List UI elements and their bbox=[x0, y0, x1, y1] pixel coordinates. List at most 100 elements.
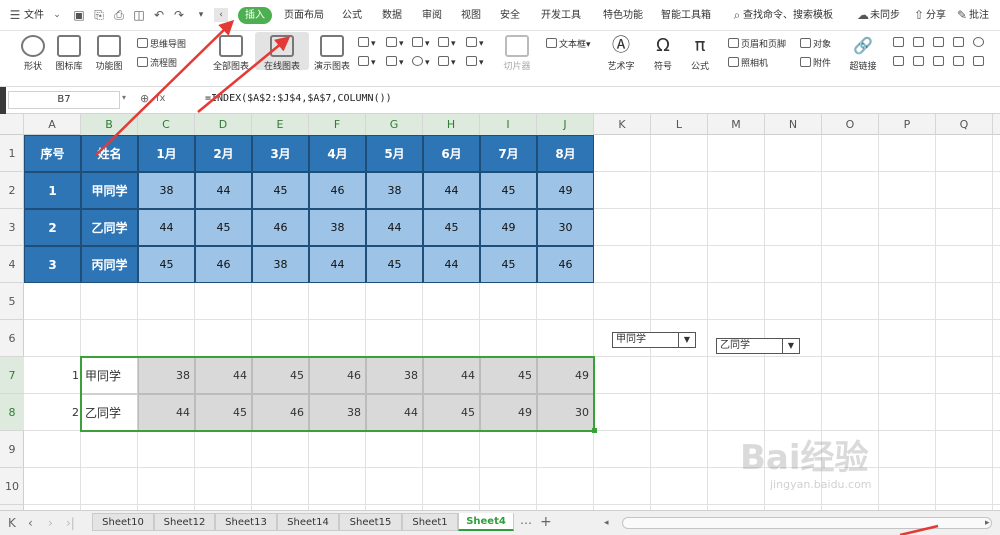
lookup-value-cell[interactable]: 49 bbox=[537, 357, 594, 394]
sheet-tab-sheet13[interactable]: Sheet13 bbox=[215, 513, 277, 531]
column-header-h[interactable]: H bbox=[423, 114, 480, 135]
column-header-g[interactable]: G bbox=[366, 114, 423, 135]
form-groupbox-button[interactable] bbox=[913, 37, 926, 49]
tab-security[interactable]: 安全 bbox=[500, 0, 520, 31]
row-header-8[interactable]: 8 bbox=[0, 394, 24, 431]
first-sheet-icon[interactable]: K bbox=[8, 516, 16, 530]
undo-icon[interactable]: ↶ bbox=[152, 8, 166, 22]
preview-icon[interactable]: ◫ bbox=[132, 8, 146, 22]
table-row-label[interactable]: 2 bbox=[24, 209, 81, 246]
lookup-value-cell[interactable]: 45 bbox=[252, 357, 309, 394]
tab-insert[interactable]: 插入 bbox=[238, 7, 272, 24]
table-value-cell[interactable]: 46 bbox=[195, 246, 252, 283]
zoom-icon[interactable]: ⊕ bbox=[140, 92, 149, 105]
table-value-cell[interactable]: 49 bbox=[537, 172, 594, 209]
hyperlink-button[interactable]: 🔗 超链接 bbox=[846, 35, 880, 72]
namebox-dropdown-icon[interactable]: ▾ bbox=[122, 93, 126, 102]
shape-chart-button[interactable]: ▾ bbox=[438, 37, 456, 49]
table-header-cell[interactable]: 8月 bbox=[537, 135, 594, 172]
column-header-n[interactable]: N bbox=[765, 114, 822, 135]
table-value-cell[interactable]: 45 bbox=[480, 246, 537, 283]
fx-icon[interactable]: fx bbox=[156, 93, 165, 104]
table-header-cell[interactable]: 7月 bbox=[480, 135, 537, 172]
row-header-4[interactable]: 4 bbox=[0, 246, 24, 283]
row-header-7[interactable]: 7 bbox=[0, 357, 24, 394]
search-icon[interactable]: ⌕ bbox=[730, 8, 744, 22]
column-header-c[interactable]: C bbox=[138, 114, 195, 135]
table-value-cell[interactable]: 44 bbox=[138, 209, 195, 246]
add-sheet-icon[interactable]: + bbox=[540, 514, 552, 530]
table-value-cell[interactable]: 44 bbox=[423, 246, 480, 283]
sheet-tab-sheet4[interactable]: Sheet4 bbox=[458, 513, 514, 531]
form-button-button[interactable] bbox=[933, 37, 946, 49]
flowchart-button[interactable]: 流程图 bbox=[137, 56, 177, 69]
form-listbox-button[interactable] bbox=[893, 56, 906, 68]
attachment-button[interactable]: 附件 bbox=[800, 56, 831, 69]
lookup-value-cell[interactable]: 46 bbox=[309, 357, 366, 394]
row-header-6[interactable]: 6 bbox=[0, 320, 24, 357]
sync-icon[interactable]: ☁ bbox=[856, 8, 870, 22]
row-header-2[interactable]: 2 bbox=[0, 172, 24, 209]
more-charts-button[interactable]: ▾ bbox=[466, 56, 484, 68]
scroll-right-icon[interactable]: ▸ bbox=[985, 518, 990, 528]
table-value-cell[interactable]: 46 bbox=[252, 209, 309, 246]
collapse-icon[interactable]: ‹ bbox=[214, 8, 228, 22]
table-value-cell[interactable]: 38 bbox=[138, 172, 195, 209]
more-sheets-icon[interactable]: ⋯ bbox=[520, 516, 532, 530]
column-header-m[interactable]: M bbox=[708, 114, 765, 135]
tab-review[interactable]: 审阅 bbox=[422, 0, 442, 31]
lookup-value-cell[interactable]: 45 bbox=[423, 394, 480, 431]
form-scrollbar-button[interactable] bbox=[933, 56, 946, 68]
column-header-q[interactable]: Q bbox=[936, 114, 993, 135]
table-row-label[interactable]: 丙同学 bbox=[81, 246, 138, 283]
horizontal-scrollbar[interactable] bbox=[622, 517, 992, 529]
shape-button[interactable]: 形状 bbox=[16, 35, 50, 72]
demo-charts-button[interactable]: 演示图表 bbox=[312, 35, 352, 72]
tab-formulas[interactable]: 公式 bbox=[342, 0, 362, 31]
all-charts-button[interactable]: 全部图表 bbox=[210, 35, 252, 72]
lookup-index-cell[interactable]: 1 bbox=[24, 357, 81, 394]
lookup-value-cell[interactable]: 38 bbox=[366, 357, 423, 394]
lookup-index-cell[interactable]: 2 bbox=[24, 394, 81, 431]
tab-features[interactable]: 特色功能 bbox=[603, 0, 643, 31]
table-row-label[interactable]: 乙同学 bbox=[81, 209, 138, 246]
function-chart-button[interactable]: 功能图 bbox=[90, 35, 128, 72]
row-header-1[interactable]: 1 bbox=[0, 135, 24, 172]
lookup-value-cell[interactable]: 44 bbox=[195, 357, 252, 394]
sheet-tab-sheet14[interactable]: Sheet14 bbox=[277, 513, 339, 531]
column-header-b[interactable]: B bbox=[81, 114, 138, 135]
column-header-l[interactable]: L bbox=[651, 114, 708, 135]
table-header-cell[interactable]: 4月 bbox=[309, 135, 366, 172]
table-row-label[interactable]: 甲同学 bbox=[81, 172, 138, 209]
comment-icon[interactable]: ✎ bbox=[955, 8, 969, 22]
table-value-cell[interactable]: 45 bbox=[480, 172, 537, 209]
textbox-button[interactable]: 文本框▾ bbox=[546, 37, 591, 50]
table-header-cell[interactable]: 6月 bbox=[423, 135, 480, 172]
stock-chart-button[interactable]: ▾ bbox=[358, 56, 376, 68]
row-header-9[interactable]: 9 bbox=[0, 431, 24, 468]
table-value-cell[interactable]: 46 bbox=[537, 246, 594, 283]
mind-map-button[interactable]: 思维导图 bbox=[137, 37, 186, 50]
lookup-value-cell[interactable]: 44 bbox=[138, 394, 195, 431]
column-header-i[interactable]: I bbox=[480, 114, 537, 135]
row-header-5[interactable]: 5 bbox=[0, 283, 24, 320]
column-chart-button[interactable]: ▾ bbox=[358, 37, 376, 49]
select-all-corner[interactable] bbox=[0, 114, 24, 135]
lookup-value-cell[interactable]: 38 bbox=[309, 394, 366, 431]
table-value-cell[interactable]: 45 bbox=[138, 246, 195, 283]
table-value-cell[interactable]: 44 bbox=[423, 172, 480, 209]
scatter-chart-button[interactable]: ▾ bbox=[438, 56, 456, 68]
tab-view[interactable]: 视图 bbox=[461, 0, 481, 31]
lookup-value-cell[interactable]: 44 bbox=[366, 394, 423, 431]
dropdown-arrow-icon[interactable]: ▼ bbox=[678, 333, 695, 347]
prev-sheet-icon[interactable]: ‹ bbox=[28, 516, 33, 530]
scroll-left-icon[interactable]: ◂ bbox=[604, 518, 609, 528]
open-icon[interactable]: ⎘ bbox=[92, 8, 106, 22]
formula-button[interactable]: π 公式 bbox=[685, 35, 715, 72]
search-command[interactable]: 查找命令、搜索模板 bbox=[743, 0, 833, 31]
column-header-o[interactable]: O bbox=[822, 114, 879, 135]
table-header-cell[interactable]: 3月 bbox=[252, 135, 309, 172]
column-header-a[interactable]: A bbox=[24, 114, 81, 135]
save-icon[interactable]: ▣ bbox=[72, 8, 86, 22]
header-footer-button[interactable]: 页眉和页脚 bbox=[728, 37, 786, 50]
